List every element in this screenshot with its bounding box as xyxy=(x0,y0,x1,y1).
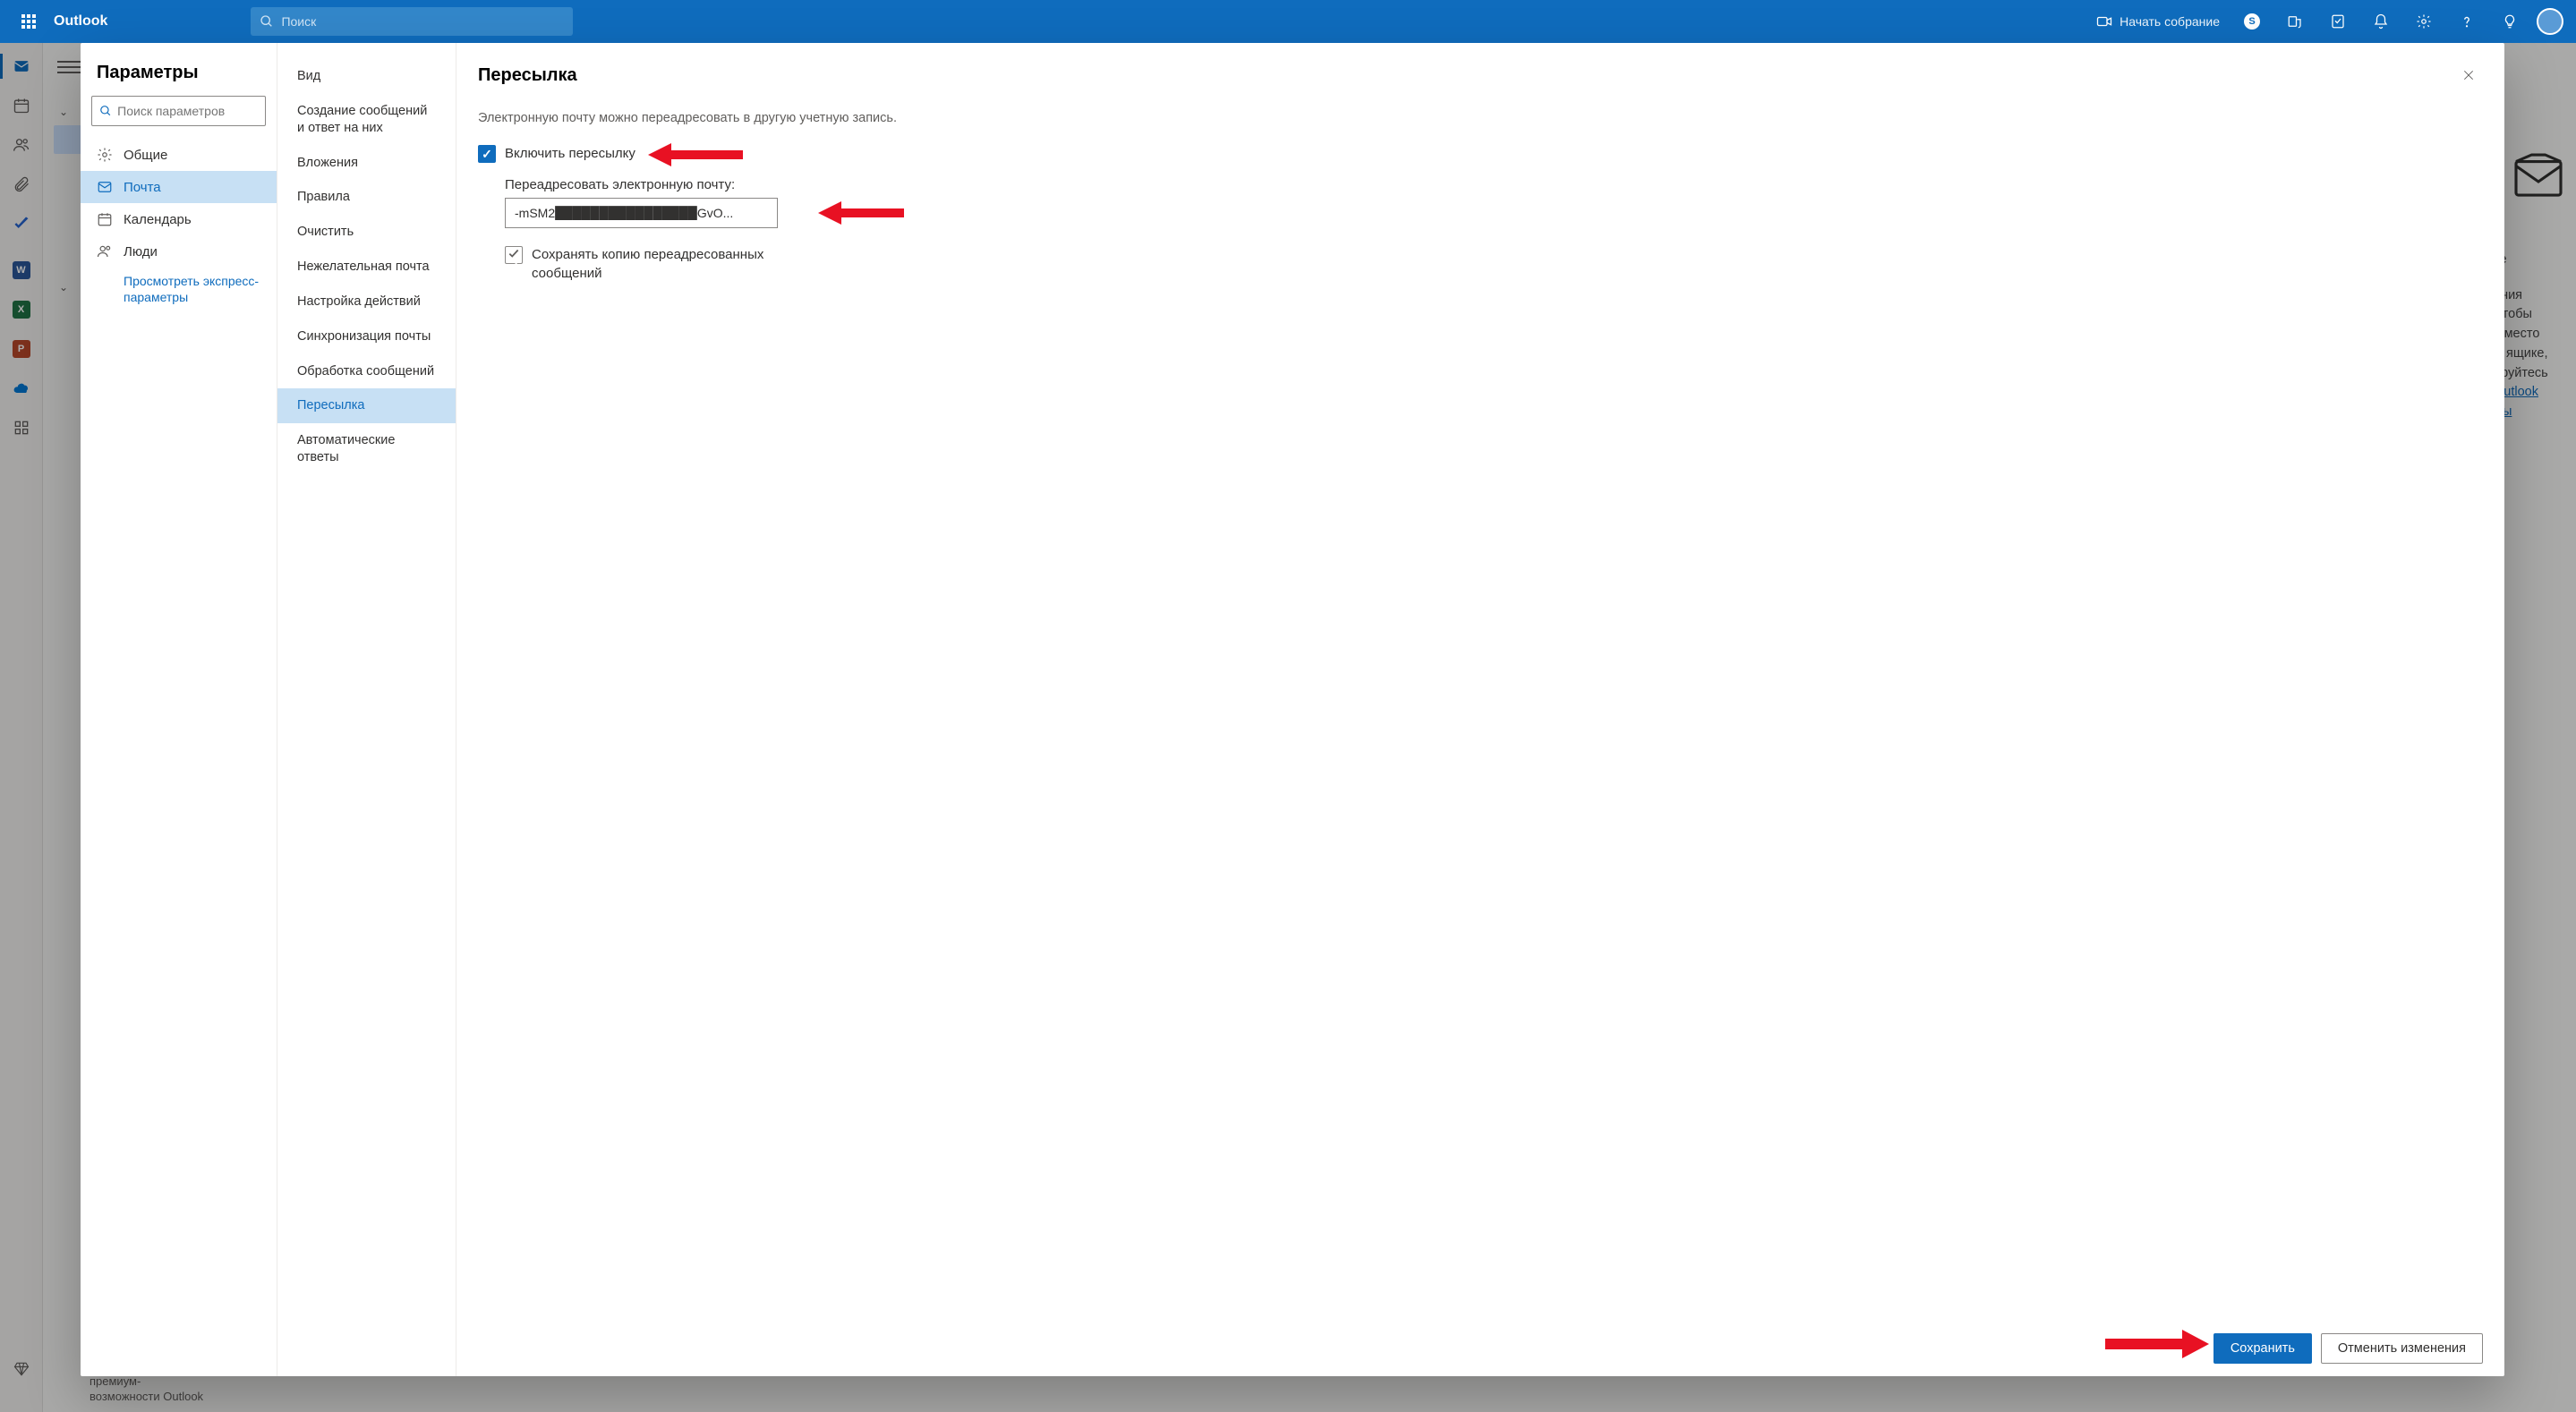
forward-to-input[interactable] xyxy=(505,198,778,228)
sub-layout[interactable]: Вид xyxy=(277,59,456,94)
calendar-icon xyxy=(97,211,113,227)
settings-search[interactable] xyxy=(91,96,266,126)
skype-icon: S xyxy=(2244,13,2260,30)
sub-attachments[interactable]: Вложения xyxy=(277,146,456,181)
tasks-icon xyxy=(2330,13,2346,30)
bell-icon xyxy=(2373,13,2389,30)
sub-rules[interactable]: Правила xyxy=(277,180,456,215)
sub-sync[interactable]: Синхронизация почты xyxy=(277,319,456,354)
forward-to-label: Переадресовать электронную почту: xyxy=(505,177,2483,192)
category-people[interactable]: Люди xyxy=(81,235,277,268)
teams-icon xyxy=(2287,13,2303,30)
global-search[interactable] xyxy=(251,7,573,36)
category-general[interactable]: Общие xyxy=(81,139,277,171)
keep-copy-label: Сохранять копию переадресованных сообщен… xyxy=(532,246,818,283)
waffle-icon xyxy=(21,14,36,29)
help-icon xyxy=(2459,13,2475,30)
category-mail[interactable]: Почта xyxy=(81,171,277,203)
panel-description: Электронную почту можно переадресовать в… xyxy=(478,111,2483,125)
start-meeting-label: Начать собрание xyxy=(2120,14,2220,29)
app-header: Outlook Начать собрание S xyxy=(0,0,2576,43)
sub-junk[interactable]: Нежелательная почта xyxy=(277,250,456,285)
quick-settings-link[interactable]: Просмотреть экспресс-параметры xyxy=(81,268,277,305)
settings-modal: Параметры Общие Почта Календарь Люди Про… xyxy=(81,43,2504,1376)
sub-autoreply[interactable]: Автоматические ответы xyxy=(277,423,456,475)
cancel-button[interactable]: Отменить изменения xyxy=(2321,1333,2483,1364)
sub-customize[interactable]: Настройка действий xyxy=(277,285,456,319)
gear-icon xyxy=(97,147,113,163)
search-icon xyxy=(99,104,112,118)
keep-copy-checkbox[interactable] xyxy=(505,246,523,264)
annotation-arrow xyxy=(818,198,908,233)
settings-content: Пересылка Электронную почту можно переад… xyxy=(456,43,2504,1376)
close-button[interactable] xyxy=(2454,61,2483,89)
people-icon xyxy=(97,243,113,259)
enable-forwarding-checkbox[interactable] xyxy=(478,145,496,163)
help-button[interactable] xyxy=(2445,0,2488,43)
enable-forwarding-label: Включить пересылку xyxy=(505,145,635,163)
sub-compose[interactable]: Создание сообщений и ответ на них xyxy=(277,94,456,146)
tips-button[interactable] xyxy=(2488,0,2531,43)
gear-icon xyxy=(2416,13,2432,30)
settings-subcategories: Вид Создание сообщений и ответ на них Вл… xyxy=(277,43,456,1376)
annotation-arrow xyxy=(2102,1326,2209,1366)
settings-categories: Параметры Общие Почта Календарь Люди Про… xyxy=(81,43,277,1376)
mail-icon xyxy=(97,179,113,195)
global-search-input[interactable] xyxy=(281,14,564,29)
search-icon xyxy=(260,14,274,29)
tasks-button[interactable] xyxy=(2316,0,2359,43)
brand-label: Outlook xyxy=(54,13,107,30)
category-calendar[interactable]: Календарь xyxy=(81,203,277,235)
settings-search-input[interactable] xyxy=(117,104,258,118)
sub-forwarding[interactable]: Пересылка xyxy=(277,388,456,423)
panel-title: Пересылка xyxy=(478,65,577,86)
settings-button[interactable] xyxy=(2402,0,2445,43)
settings-title: Параметры xyxy=(81,63,277,96)
save-button[interactable]: Сохранить xyxy=(2213,1333,2312,1364)
lightbulb-icon xyxy=(2502,13,2518,30)
panel-footer: Сохранить Отменить изменения xyxy=(456,1321,2504,1376)
skype-button[interactable]: S xyxy=(2231,0,2273,43)
annotation-arrow xyxy=(648,140,746,174)
teams-button[interactable] xyxy=(2273,0,2316,43)
close-icon xyxy=(2462,69,2475,81)
sub-handling[interactable]: Обработка сообщений xyxy=(277,354,456,389)
sub-sweep[interactable]: Очистить xyxy=(277,215,456,250)
video-icon xyxy=(2096,13,2112,30)
avatar[interactable] xyxy=(2537,8,2563,35)
app-launcher-button[interactable] xyxy=(7,0,50,43)
start-meeting-button[interactable]: Начать собрание xyxy=(2086,0,2231,43)
notifications-button[interactable] xyxy=(2359,0,2402,43)
